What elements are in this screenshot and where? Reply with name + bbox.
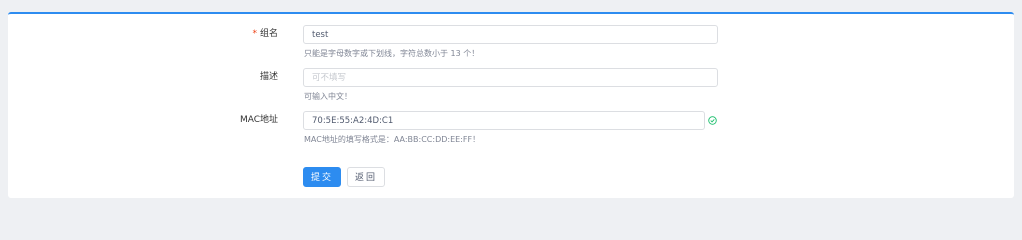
form-card: *组名 只能是字母数字或下划线，字符总数小于 13 个！ 描述 可输入中文！ M…	[8, 12, 1014, 198]
check-circle-icon	[708, 116, 717, 125]
mac-address-input[interactable]	[303, 111, 705, 130]
group-name-hint: 只能是字母数字或下划线，字符总数小于 13 个！	[304, 49, 480, 58]
group-name-label-text: 组名	[259, 29, 278, 39]
submit-button[interactable]: 提交	[303, 167, 341, 187]
group-name-input[interactable]	[303, 25, 718, 44]
mac-address-label: MAC地址	[239, 115, 278, 125]
description-label: 描述	[259, 72, 278, 82]
description-hint: 可输入中文！	[304, 92, 352, 101]
description-input[interactable]	[303, 68, 718, 87]
group-name-label: * 组名	[198, 27, 278, 41]
mac-address-hint: MAC地址的填写格式是：AA:BB:CC:DD:EE:FF！	[304, 135, 481, 144]
required-mark: *	[252, 29, 257, 39]
back-button[interactable]: 返回	[347, 167, 385, 187]
